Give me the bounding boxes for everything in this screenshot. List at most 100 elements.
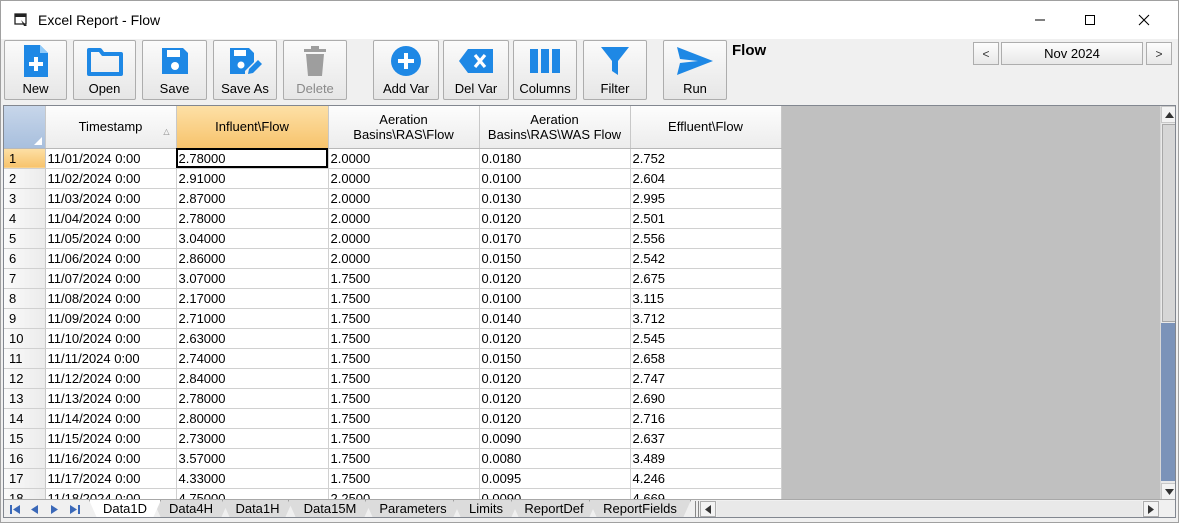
grid-cell[interactable]: 0.0100	[479, 288, 631, 309]
grid-cell[interactable]: 2.87000	[176, 188, 329, 209]
grid-cell[interactable]: 2.73000	[176, 428, 329, 449]
row-header[interactable]: 4	[4, 208, 46, 229]
vertical-scroll-thumb[interactable]	[1162, 124, 1175, 322]
add-var-button[interactable]: Add Var	[373, 40, 439, 100]
grid-cell[interactable]: 11/07/2024 0:00	[45, 268, 177, 289]
sheet-tab[interactable]: Data4H	[153, 500, 229, 518]
row-header[interactable]: 1	[4, 148, 46, 169]
scroll-up-button[interactable]	[1161, 106, 1175, 123]
grid-cell[interactable]: 11/06/2024 0:00	[45, 248, 177, 269]
grid-cell[interactable]: 0.0150	[479, 348, 631, 369]
column-header[interactable]: Effluent\Flow	[630, 106, 782, 149]
grid-cell[interactable]: 1.7500	[328, 388, 480, 409]
grid-cell[interactable]: 1.7500	[328, 468, 480, 489]
grid-cell[interactable]: 0.0120	[479, 368, 631, 389]
grid-cell[interactable]: 2.604	[630, 168, 782, 189]
grid-cell[interactable]: 2.556	[630, 228, 782, 249]
row-header[interactable]: 14	[4, 408, 46, 429]
grid-cell[interactable]: 2.716	[630, 408, 782, 429]
grid-cell[interactable]: 2.0000	[328, 208, 480, 229]
grid-cell[interactable]: 2.690	[630, 388, 782, 409]
grid-cell[interactable]: 1.7500	[328, 348, 480, 369]
sheet-tab[interactable]: Parameters	[365, 500, 461, 518]
grid-cell[interactable]: 11/03/2024 0:00	[45, 188, 177, 209]
grid-cell[interactable]: 2.80000	[176, 408, 329, 429]
grid-cell[interactable]: 2.675	[630, 268, 782, 289]
grid-cell[interactable]: 2.63000	[176, 328, 329, 349]
column-header[interactable]: Influent\Flow	[176, 106, 329, 149]
columns-button[interactable]: Columns	[513, 40, 577, 100]
grid-cell[interactable]: 2.71000	[176, 308, 329, 329]
grid-cell[interactable]: 0.0120	[479, 268, 631, 289]
horizontal-scroll-track[interactable]	[717, 501, 1142, 517]
grid-cell[interactable]: 11/05/2024 0:00	[45, 228, 177, 249]
month-selector[interactable]: Nov 2024	[1001, 42, 1143, 65]
grid-cell[interactable]: 11/17/2024 0:00	[45, 468, 177, 489]
column-header[interactable]: Timestamp △	[45, 106, 177, 149]
row-header[interactable]: 12	[4, 368, 46, 389]
row-header[interactable]: 8	[4, 288, 46, 309]
run-button[interactable]: Run	[663, 40, 727, 100]
grid-cell[interactable]: 11/10/2024 0:00	[45, 328, 177, 349]
sheet-tab[interactable]: Data1H	[222, 500, 293, 518]
column-header[interactable]: Aeration Basins\RAS\WAS Flow	[479, 106, 631, 149]
grid-cell[interactable]: 2.0000	[328, 248, 480, 269]
grid-cell[interactable]: 2.501	[630, 208, 782, 229]
grid-cell[interactable]: 4.246	[630, 468, 782, 489]
grid-cell[interactable]: 2.78000	[176, 388, 329, 409]
del-var-button[interactable]: Del Var	[443, 40, 509, 100]
close-button[interactable]	[1121, 1, 1167, 39]
grid-cell[interactable]: 11/02/2024 0:00	[45, 168, 177, 189]
row-header[interactable]: 5	[4, 228, 46, 249]
grid-cell[interactable]: 0.0130	[479, 188, 631, 209]
grid-cell[interactable]: 0.0150	[479, 248, 631, 269]
row-header[interactable]: 7	[4, 268, 46, 289]
sheet-tab[interactable]: Data1D	[89, 500, 161, 518]
new-button[interactable]: New	[4, 40, 67, 100]
grid-cell[interactable]: 1.7500	[328, 328, 480, 349]
grid-cell[interactable]: 2.0000	[328, 188, 480, 209]
grid-cell[interactable]: 2.637	[630, 428, 782, 449]
sheet-tab[interactable]: Limits	[453, 500, 519, 518]
grid-cell[interactable]: 0.0120	[479, 408, 631, 429]
row-header[interactable]: 10	[4, 328, 46, 349]
grid-cell[interactable]: 11/12/2024 0:00	[45, 368, 177, 389]
grid-cell[interactable]: 1.7500	[328, 308, 480, 329]
vertical-scrollbar[interactable]	[1160, 106, 1175, 500]
scroll-right-button[interactable]	[1143, 501, 1159, 517]
grid-cell[interactable]: 2.0000	[328, 228, 480, 249]
sheet-tab[interactable]: ReportDef	[511, 500, 597, 518]
grid-cell[interactable]: 2.0000	[328, 168, 480, 189]
row-header[interactable]: 16	[4, 448, 46, 469]
grid-cell[interactable]: 2.84000	[176, 368, 329, 389]
grid-cell[interactable]: 2.74000	[176, 348, 329, 369]
grid-cell[interactable]: 11/15/2024 0:00	[45, 428, 177, 449]
grid-cell[interactable]: 1.7500	[328, 288, 480, 309]
grid-cell[interactable]: 0.0120	[479, 388, 631, 409]
row-header[interactable]: 15	[4, 428, 46, 449]
grid-cell[interactable]: 11/04/2024 0:00	[45, 208, 177, 229]
grid-cell[interactable]: 0.0090	[479, 428, 631, 449]
spreadsheet-grid[interactable]: Timestamp △ Influent\Flow Aeration Basins\RA…	[3, 105, 1176, 518]
grid-cell[interactable]: 0.0180	[479, 148, 631, 169]
grid-cell[interactable]: 2.78000	[176, 148, 329, 169]
grid-cell[interactable]: 2.17000	[176, 288, 329, 309]
previous-month-button[interactable]: <	[973, 42, 999, 65]
grid-cell[interactable]: 0.0095	[479, 468, 631, 489]
save-as-button[interactable]: Save As	[213, 40, 277, 100]
grid-cell[interactable]: 2.995	[630, 188, 782, 209]
grid-cell[interactable]: 11/14/2024 0:00	[45, 408, 177, 429]
grid-cell[interactable]: 2.91000	[176, 168, 329, 189]
grid-cell[interactable]: 0.0100	[479, 168, 631, 189]
grid-cell[interactable]: 11/08/2024 0:00	[45, 288, 177, 309]
minimize-button[interactable]	[1017, 1, 1063, 39]
grid-cell[interactable]: 0.0140	[479, 308, 631, 329]
grid-cell[interactable]: 11/01/2024 0:00	[45, 148, 177, 169]
scroll-down-button[interactable]	[1161, 483, 1175, 500]
delete-button[interactable]: Delete	[283, 40, 347, 100]
grid-cell[interactable]: 11/09/2024 0:00	[45, 308, 177, 329]
grid-cell[interactable]: 2.747	[630, 368, 782, 389]
grid-cell[interactable]: 11/16/2024 0:00	[45, 448, 177, 469]
grid-cell[interactable]: 2.752	[630, 148, 782, 169]
sheet-tab[interactable]: ReportFields	[589, 500, 691, 518]
